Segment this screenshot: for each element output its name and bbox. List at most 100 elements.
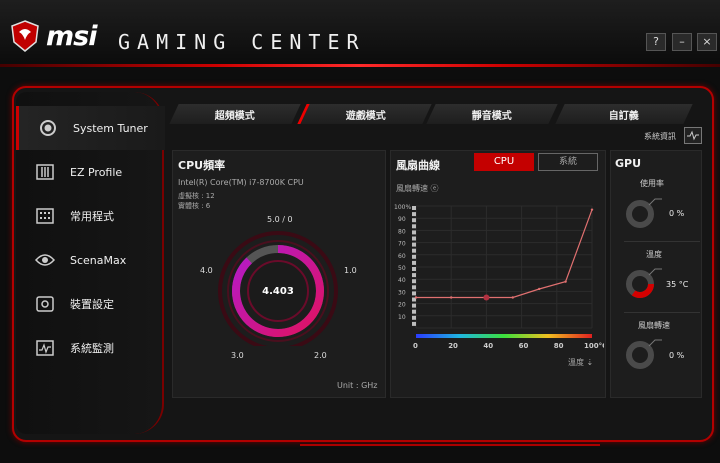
y-tick-label: 10: [398, 314, 406, 321]
gpu-fan-label: 風扇轉速: [638, 321, 670, 330]
y-tick-label: 80: [398, 228, 406, 235]
gpu-usage-label: 使用率: [640, 179, 664, 188]
gpu-temperature-value: 35 °C: [666, 280, 689, 289]
fan-ylabel: 風扇轉速 ⓔ: [396, 184, 439, 193]
fan-curve-chart[interactable]: 100% 90 80 70 60 50 40 30 20 10 0 20 40 60 80 100°C: [394, 196, 604, 356]
fan-speed-scale-segment: [412, 224, 416, 229]
fan-speed-scale-segment: [412, 206, 416, 210]
y-tick-label: 50: [398, 265, 406, 272]
fan-curve-point[interactable]: [538, 287, 541, 291]
sidebar-item-label: System Tuner: [73, 121, 148, 135]
gpu-temp-label: 溫度: [646, 250, 662, 259]
fan-speed-scale-segment: [412, 279, 416, 284]
fan-curve-point[interactable]: [414, 296, 418, 299]
gpu-temperature-gauge: [626, 268, 662, 298]
fan-speed-scale-segment: [412, 254, 416, 259]
gpu-panel-title: GPU: [615, 157, 642, 170]
gauge-tick-label: 5.0 / 0: [267, 215, 293, 224]
cpu-model: Intel(R) Core(TM) i7-8700K CPU: [178, 178, 304, 187]
cpu-frequency-value: 4.403: [262, 286, 294, 297]
app-title: GAMING CENTER: [118, 30, 366, 54]
temperature-color-bar: [416, 334, 592, 338]
help-button[interactable]: ?: [646, 33, 666, 51]
ez-profile-icon: [34, 161, 56, 183]
gpu-usage-gauge: [626, 198, 662, 228]
x-tick-label: 20: [448, 342, 458, 350]
gpu-usage-value: 0 %: [669, 209, 685, 218]
y-tick-label: 30: [398, 289, 406, 296]
fan-speed-scale-segment: [412, 236, 416, 241]
sidebar: System Tuner EZ Profile 常用程式 ScenaMax 裝置…: [16, 92, 165, 434]
tab-gaming[interactable]: 遊戲模式: [297, 104, 432, 124]
fan-curve-title: 風扇曲線: [396, 159, 440, 172]
fan-xlabel: 溫度 ⇣: [568, 358, 594, 367]
minimize-button[interactable]: –: [672, 33, 692, 51]
x-tick-label: 0: [413, 342, 418, 350]
system-info-label[interactable]: 系統資訊: [644, 131, 676, 142]
fan-curve-line[interactable]: [416, 209, 593, 299]
fan-speed-scale-segment: [412, 291, 416, 296]
fan-speed-scale-segment: [412, 267, 416, 271]
gauge-tick-label: 4.0: [200, 266, 213, 275]
fan-system-button[interactable]: 系統: [538, 153, 598, 171]
sidebar-item-label: ScenaMax: [70, 253, 127, 267]
sidebar-item-label: 裝置設定: [70, 298, 114, 311]
logical-cores: 虛擬核 : 12: [178, 192, 215, 200]
system-info-icon[interactable]: [684, 127, 702, 144]
bottom-decoration: [300, 432, 600, 446]
fan-curve-point[interactable]: [511, 296, 514, 299]
fan-cpu-button[interactable]: CPU: [474, 153, 534, 171]
fan-curve-point[interactable]: [450, 296, 453, 299]
fan-speed-scale-segment: [412, 285, 416, 290]
cpu-unit: Unit : GHz: [337, 381, 378, 390]
y-tick-label: 90: [398, 216, 406, 223]
fan-speed-scale-segment: [412, 212, 416, 217]
y-tick-label: 60: [398, 253, 406, 260]
divider: [624, 241, 700, 242]
tab-custom[interactable]: 自訂義: [555, 104, 693, 124]
system-tuner-icon: [37, 117, 59, 139]
gpu-fan-gauge: [626, 339, 662, 369]
divider: [624, 312, 700, 313]
fan-speed-scale-segment: [412, 321, 416, 326]
tab-silent[interactable]: 靜音模式: [426, 104, 558, 124]
sidebar-item-ez-profile[interactable]: EZ Profile: [16, 150, 162, 194]
fan-speed-scale-segment: [412, 230, 416, 235]
fan-curve-point[interactable]: [590, 208, 594, 211]
eye-icon: [34, 249, 56, 271]
tab-overclock[interactable]: 超頻模式: [169, 104, 301, 124]
cpu-panel-title: CPU頻率: [178, 159, 226, 172]
fan-curve-point[interactable]: [564, 280, 567, 283]
x-tick-label: 100°C: [584, 342, 604, 350]
close-button[interactable]: ×: [697, 33, 717, 51]
physical-cores: 實體核 : 6: [178, 202, 211, 210]
sidebar-item-apps[interactable]: 常用程式: [16, 194, 162, 238]
sidebar-item-system-monitor[interactable]: 系統監測: [16, 326, 162, 370]
fan-speed-scale-segment: [412, 242, 416, 247]
y-tick-label: 70: [398, 241, 406, 248]
fan-speed-scale-segment: [412, 273, 416, 278]
sidebar-item-device-settings[interactable]: 裝置設定: [16, 282, 162, 326]
fan-speed-scale-segment: [412, 303, 416, 308]
sidebar-item-system-tuner[interactable]: System Tuner: [16, 106, 165, 150]
y-tick-label: 100%: [394, 204, 411, 211]
title-bar-glow: [0, 64, 720, 67]
sidebar-item-label: 系統監測: [70, 342, 114, 355]
fan-speed-scale-segment: [412, 248, 416, 253]
device-settings-icon: [34, 293, 56, 315]
msi-dragon-shield-icon: [11, 20, 39, 52]
gauge-tick-label: 1.0: [344, 266, 357, 275]
gauge-tick-label: 2.0: [314, 351, 327, 360]
fan-speed-scale-segment: [412, 309, 416, 314]
system-monitor-icon: [34, 337, 56, 359]
gpu-fan-value: 0 %: [669, 351, 685, 360]
apps-grid-icon: [34, 205, 56, 227]
x-tick-label: 80: [554, 342, 564, 350]
fan-speed-scale-segment: [412, 315, 416, 320]
sidebar-item-scenamax[interactable]: ScenaMax: [16, 238, 162, 282]
y-tick-label: 40: [398, 277, 406, 284]
brand-logo: msi: [46, 21, 97, 52]
x-tick-label: 60: [519, 342, 529, 350]
y-tick-label: 20: [398, 302, 406, 309]
fan-curve-point[interactable]: [483, 294, 490, 301]
